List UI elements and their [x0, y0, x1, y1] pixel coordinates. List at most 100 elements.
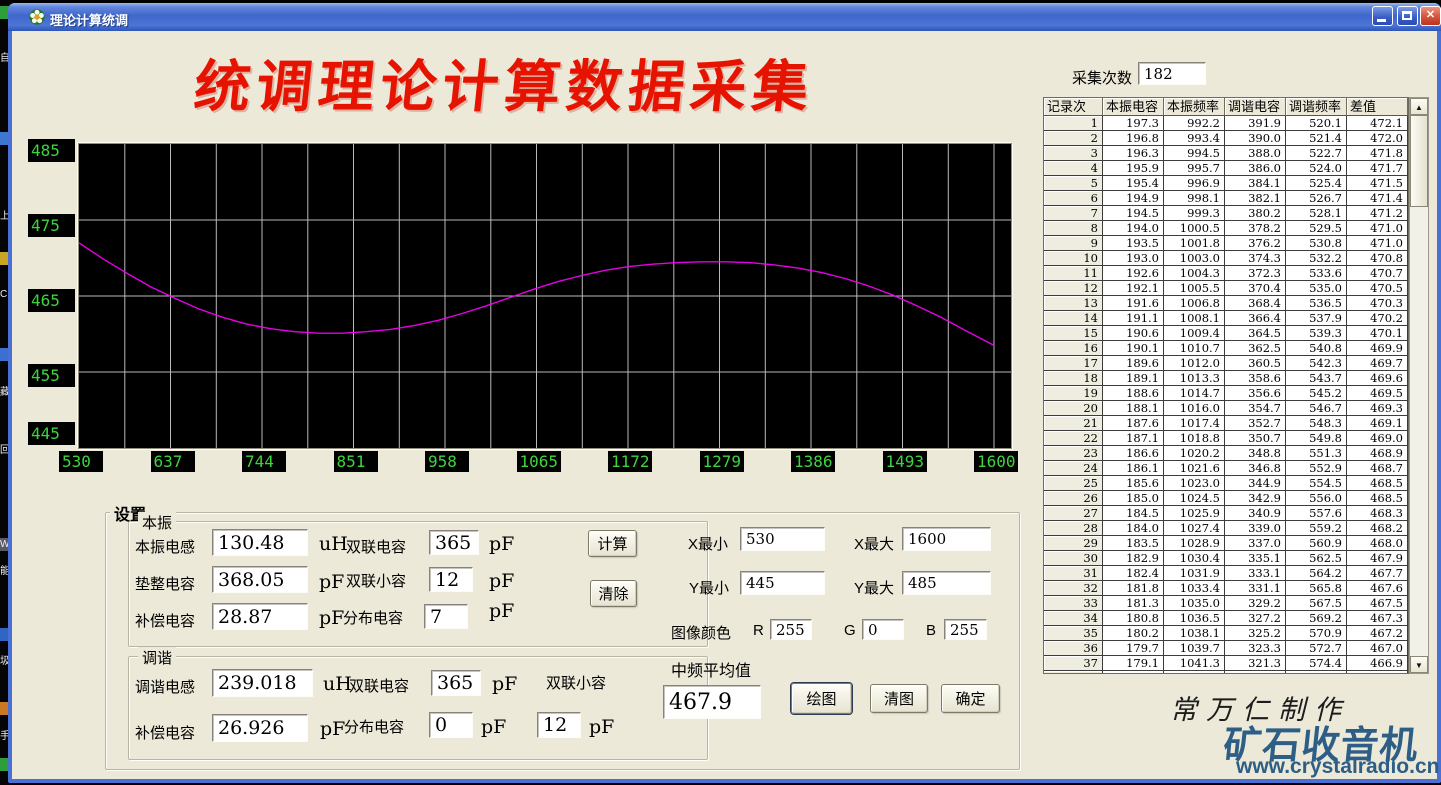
table-row[interactable]: 33181.31035.0329.2567.5467.5 [1044, 596, 1408, 611]
tune-inductance-input[interactable] [212, 669, 313, 697]
table-scrollbar[interactable]: ▲ ▼ [1409, 97, 1429, 674]
table-row[interactable]: 22187.11018.8350.7549.8469.0 [1044, 431, 1408, 446]
table-row[interactable]: 8194.01000.5378.2529.5471.0 [1044, 221, 1408, 236]
table-row[interactable]: 18189.11013.3358.6543.7469.6 [1044, 371, 1408, 386]
table-row[interactable]: 4195.9995.7386.0524.0471.7 [1044, 161, 1408, 176]
table-row[interactable]: 19188.61014.7356.6545.2469.5 [1044, 386, 1408, 401]
blue-input[interactable] [944, 619, 987, 640]
if-average-input[interactable] [663, 685, 761, 719]
table-cell: 1020.2 [1164, 446, 1225, 461]
green-input[interactable] [862, 619, 904, 640]
table-cell: 356.6 [1225, 386, 1286, 401]
tune-gang-cap-input[interactable] [431, 670, 481, 696]
osc-padding-cap-label: 垫整电容 [135, 573, 195, 594]
table-row[interactable]: 1197.3992.2391.9520.1472.1 [1044, 116, 1408, 131]
xmin-input[interactable] [740, 527, 825, 551]
table-row[interactable]: 14191.11008.1366.4537.9470.2 [1044, 311, 1408, 326]
table-row[interactable]: 38178.51042.9319.4576.2466.7 [1044, 671, 1408, 674]
osc-gang-trimmer-input[interactable] [429, 567, 473, 592]
blue-label: B [926, 622, 936, 639]
scrollbar-thumb[interactable] [1410, 115, 1428, 207]
table-row[interactable]: 2196.8993.4390.0521.4472.0 [1044, 131, 1408, 146]
ymax-input[interactable] [902, 571, 991, 595]
table-cell: 469.3 [1347, 401, 1408, 416]
xmax-input[interactable] [902, 527, 991, 551]
table-cell: 378.2 [1225, 221, 1286, 236]
table-row[interactable]: 28184.01027.4339.0559.2468.2 [1044, 521, 1408, 536]
tune-comp-cap-input[interactable] [212, 714, 308, 742]
calculate-button[interactable]: 计算 [588, 530, 637, 557]
osc-comp-cap-input[interactable] [212, 603, 308, 630]
table-row[interactable]: 30182.91030.4335.1562.5467.9 [1044, 551, 1408, 566]
table-row[interactable]: 3196.3994.5388.0522.7471.8 [1044, 146, 1408, 161]
table-row[interactable]: 20188.11016.0354.7546.7469.3 [1044, 401, 1408, 416]
table-cell: 344.9 [1225, 476, 1286, 491]
table-row[interactable]: 11192.61004.3372.3533.6470.7 [1044, 266, 1408, 281]
scroll-down-button[interactable]: ▼ [1410, 656, 1428, 673]
table-row[interactable]: 25185.61023.0344.9554.5468.5 [1044, 476, 1408, 491]
table-row[interactable]: 24186.11021.6346.8552.9468.7 [1044, 461, 1408, 476]
table-row[interactable]: 29183.51028.9337.0560.9468.0 [1044, 536, 1408, 551]
osc-padding-cap-input[interactable] [212, 566, 308, 593]
table-cell: 32 [1044, 581, 1103, 596]
table-row[interactable]: 23186.61020.2348.8551.3468.9 [1044, 446, 1408, 461]
maximize-button[interactable] [1397, 6, 1418, 26]
minimize-button[interactable] [1372, 6, 1393, 26]
clear-plot-button[interactable]: 清图 [870, 684, 928, 713]
table-row[interactable]: 12192.11005.5370.4535.0470.5 [1044, 281, 1408, 296]
close-button[interactable]: ✕ [1420, 6, 1441, 26]
table-row[interactable]: 35180.21038.1325.2570.9467.2 [1044, 626, 1408, 641]
draw-button[interactable]: 绘图 [791, 683, 852, 714]
acquisition-count-input[interactable] [1138, 62, 1206, 85]
table-cell: 562.5 [1286, 551, 1347, 566]
osc-comp-cap-unit: pF [319, 607, 344, 629]
table-row[interactable]: 17189.61012.0360.5542.3469.7 [1044, 356, 1408, 371]
osc-gang-cap-input[interactable] [429, 530, 479, 555]
table-cell: 1013.3 [1164, 371, 1225, 386]
table-row[interactable]: 26185.01024.5342.9556.0468.5 [1044, 491, 1408, 506]
table-cell: 993.4 [1164, 131, 1225, 146]
table-row[interactable]: 10193.01003.0374.3532.2470.8 [1044, 251, 1408, 266]
table-row[interactable]: 9193.51001.8376.2530.8471.0 [1044, 236, 1408, 251]
table-row[interactable]: 32181.81033.4331.1565.8467.6 [1044, 581, 1408, 596]
table-row[interactable]: 37179.11041.3321.3574.4466.9 [1044, 656, 1408, 671]
y-tick-label: 445 [28, 422, 75, 445]
table-row[interactable]: 31182.41031.9333.1564.2467.7 [1044, 566, 1408, 581]
tune-gang-trimmer-input[interactable] [537, 712, 581, 738]
osc-stray-cap-input[interactable] [424, 604, 468, 629]
table-cell: 551.3 [1286, 446, 1347, 461]
table-cell: 182.9 [1103, 551, 1164, 566]
titlebar[interactable]: 理论计算统调 [8, 3, 1441, 31]
table-cell: 537.9 [1286, 311, 1347, 326]
table-row[interactable]: 27184.51025.9340.9557.6468.3 [1044, 506, 1408, 521]
table-cell: 11 [1044, 266, 1103, 281]
table-row[interactable]: 36179.71039.7323.3572.7467.0 [1044, 641, 1408, 656]
ymin-input[interactable] [740, 571, 825, 595]
table-cell: 178.5 [1103, 671, 1164, 674]
table-row[interactable]: 16190.11010.7362.5540.8469.9 [1044, 341, 1408, 356]
table-row[interactable]: 13191.61006.8368.4536.5470.3 [1044, 296, 1408, 311]
table-cell: 188.1 [1103, 401, 1164, 416]
tune-stray-cap-input[interactable] [429, 712, 473, 738]
table-row[interactable]: 34180.81036.5327.2569.2467.3 [1044, 611, 1408, 626]
minimize-icon [1377, 19, 1386, 22]
table-cell: 559.2 [1286, 521, 1347, 536]
table-row[interactable]: 7194.5999.3380.2528.1471.2 [1044, 206, 1408, 221]
table-header-row: 记录次数 本振电容 本振频率 调谐电容 调谐频率 差值 [1044, 98, 1408, 116]
table-row[interactable]: 6194.9998.1382.1526.7471.4 [1044, 191, 1408, 206]
ok-button[interactable]: 确定 [941, 684, 1000, 713]
table-row[interactable]: 21187.61017.4352.7548.3469.1 [1044, 416, 1408, 431]
table-cell: 31 [1044, 566, 1103, 581]
clear-button[interactable]: 清除 [590, 580, 637, 607]
osc-inductance-input[interactable] [212, 529, 308, 556]
table-cell: 470.2 [1347, 311, 1408, 326]
table-cell: 532.2 [1286, 251, 1347, 266]
table-row[interactable]: 5195.4996.9384.1525.4471.5 [1044, 176, 1408, 191]
red-input[interactable] [770, 619, 812, 640]
table-cell: 192.6 [1103, 266, 1164, 281]
table-row[interactable]: 15190.61009.4364.5539.3470.1 [1044, 326, 1408, 341]
scroll-up-button[interactable]: ▲ [1410, 98, 1428, 115]
table-cell: 468.9 [1347, 446, 1408, 461]
table-cell: 321.3 [1225, 656, 1286, 671]
table-cell: 543.7 [1286, 371, 1347, 386]
